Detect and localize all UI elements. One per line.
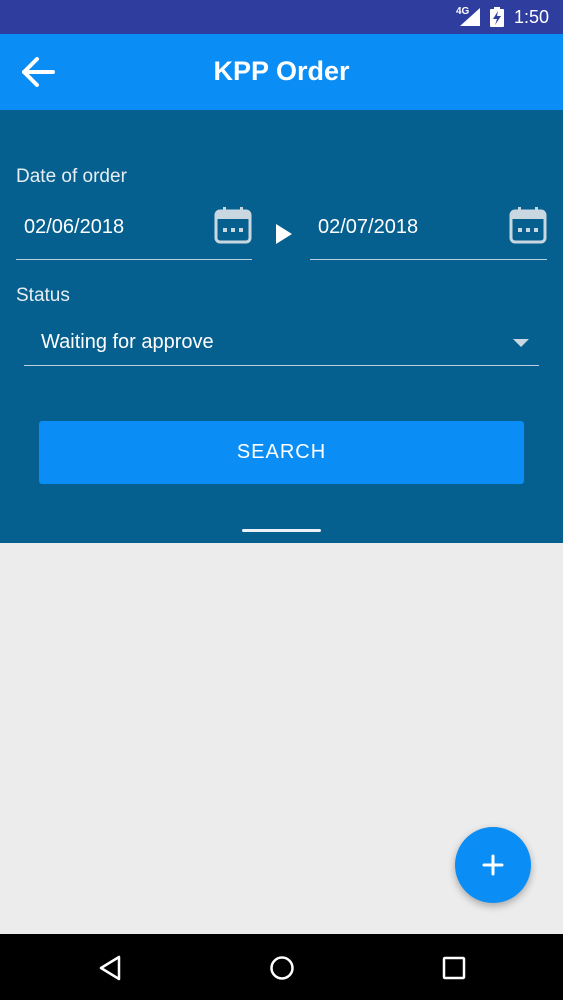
status-bar: 4G 1:50: [0, 0, 563, 34]
date-from-value: 02/06/2018: [24, 216, 125, 238]
status-dropdown[interactable]: Waiting for approve: [24, 318, 539, 366]
plus-icon: [482, 854, 504, 876]
date-from-field[interactable]: 02/06/2018: [16, 206, 252, 260]
circle-home-icon[interactable]: [268, 954, 296, 982]
calendar-icon[interactable]: [214, 206, 252, 244]
status-value: Waiting for approve: [41, 331, 214, 353]
triangle-back-icon[interactable]: [97, 954, 125, 982]
date-to-value: 02/07/2018: [318, 216, 419, 238]
status-label: Status: [16, 285, 70, 306]
play-arrow-icon: [276, 224, 292, 244]
square-recents-icon[interactable]: [440, 954, 468, 982]
calendar-icon[interactable]: [509, 206, 547, 244]
add-order-button[interactable]: [455, 827, 531, 903]
filter-panel: Date of order 02/06/2018 02/07/2018 Stat…: [0, 110, 563, 543]
page-title: KPP Order: [213, 56, 350, 86]
signal-icon: [460, 8, 480, 26]
battery-charging-icon: [490, 7, 504, 27]
date-label: Date of order: [16, 166, 127, 187]
system-nav-bar: [0, 934, 563, 1000]
clock: 1:50: [514, 7, 550, 27]
search-button[interactable]: SEARCH: [39, 421, 524, 484]
app-bar: KPP Order: [0, 34, 563, 110]
collapse-handle[interactable]: [242, 529, 321, 532]
date-to-field[interactable]: 02/07/2018: [310, 206, 547, 260]
dropdown-caret-icon: [513, 339, 529, 347]
